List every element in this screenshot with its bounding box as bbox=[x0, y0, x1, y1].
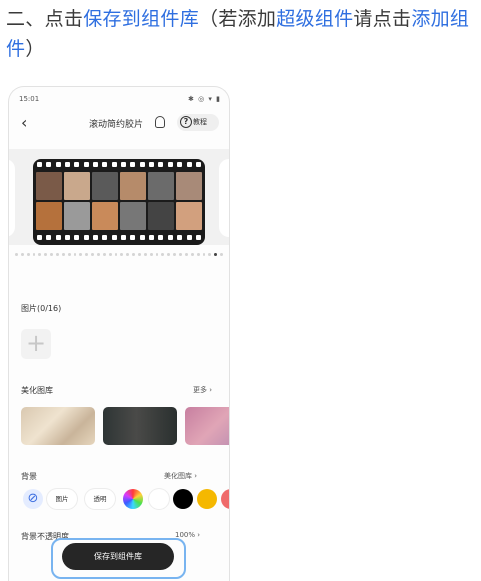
back-arrow-icon[interactable]: ‹ bbox=[21, 113, 27, 133]
film-strip-preview bbox=[33, 159, 205, 245]
color-wheel-icon[interactable] bbox=[123, 489, 143, 509]
carousel-page-dots bbox=[15, 253, 223, 257]
no-background-icon[interactable]: ⊘ bbox=[23, 489, 43, 509]
gallery-thumbnail-pink[interactable] bbox=[185, 407, 229, 445]
phone-screenshot: 15:01 ✱ ◎ ▾ ▮ ‹ 滚动简约胶片 ? 教程 图片(0/16) + 美… bbox=[8, 86, 230, 581]
instruction-paren-open: （若添加 bbox=[199, 8, 277, 30]
next-preview-card[interactable] bbox=[219, 159, 229, 237]
gallery-thumbnail-portrait[interactable] bbox=[103, 407, 177, 445]
gallery-more-link[interactable]: 更多 › bbox=[193, 385, 212, 395]
instruction-paren-close: ） bbox=[25, 38, 45, 60]
gallery-thumbnail-sand[interactable] bbox=[21, 407, 95, 445]
status-bar: 15:01 ✱ ◎ ▾ ▮ bbox=[19, 95, 221, 105]
swatch-white[interactable] bbox=[149, 489, 169, 509]
add-photo-button[interactable]: + bbox=[21, 329, 51, 359]
question-circle-icon: ? bbox=[180, 116, 192, 128]
tutorial-button[interactable]: ? 教程 bbox=[177, 114, 219, 131]
instruction-prefix: 二、点击 bbox=[6, 8, 84, 30]
lightbulb-icon[interactable] bbox=[155, 116, 165, 128]
instruction-text: 二、点击保存到组件库（若添加超级组件请点击添加组件） bbox=[6, 4, 476, 64]
app-bar: ‹ 滚动简约胶片 ? 教程 bbox=[9, 113, 229, 135]
background-option-transparent[interactable]: 透明 bbox=[85, 489, 115, 509]
tutorial-label: 教程 bbox=[193, 118, 207, 126]
film-holes-top bbox=[37, 162, 201, 168]
background-options: ⊘ 图片 透明 bbox=[19, 489, 229, 511]
swatch-black[interactable] bbox=[173, 489, 193, 509]
save-to-widget-library-button[interactable]: 保存到组件库 bbox=[62, 543, 174, 570]
film-photos bbox=[33, 172, 205, 230]
instruction-please-click: 请点击 bbox=[353, 8, 412, 30]
background-option-image[interactable]: 图片 bbox=[47, 489, 77, 509]
swatch-red[interactable] bbox=[221, 489, 229, 509]
previous-preview-card[interactable] bbox=[9, 159, 15, 237]
status-icons: ✱ ◎ ▾ ▮ bbox=[187, 95, 221, 103]
swatch-yellow[interactable] bbox=[197, 489, 217, 509]
background-gallery-link-label: 美化图库 bbox=[164, 472, 192, 480]
background-gallery-link[interactable]: 美化图库 › bbox=[164, 471, 197, 481]
page-title: 滚动简约胶片 bbox=[89, 120, 144, 130]
status-time: 15:01 bbox=[19, 95, 40, 103]
gallery-more-label: 更多 bbox=[193, 386, 207, 394]
instruction-target: 保存到组件库 bbox=[83, 8, 200, 30]
instruction-super-widget: 超级组件 bbox=[276, 8, 354, 30]
background-label: 背景 bbox=[21, 472, 37, 481]
widget-preview-carousel[interactable] bbox=[9, 149, 229, 245]
gallery-label: 美化图库 bbox=[21, 386, 53, 395]
film-holes-bottom bbox=[37, 235, 201, 241]
photos-label: 图片(0/16) bbox=[21, 304, 62, 313]
